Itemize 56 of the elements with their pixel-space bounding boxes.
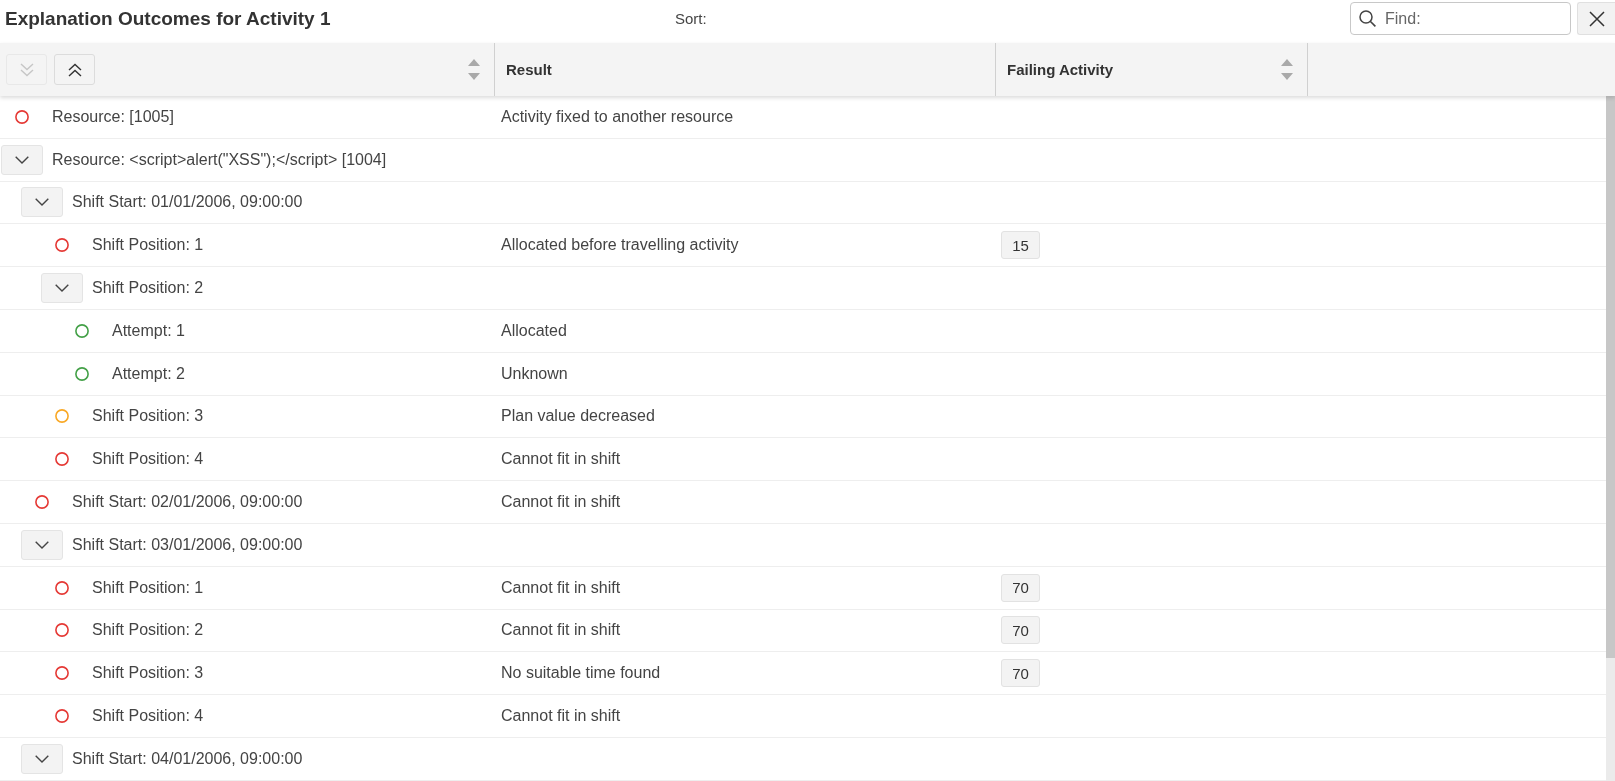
scrollbar[interactable] [1606, 96, 1615, 781]
result-text: Cannot fit in shift [501, 450, 621, 468]
close-button[interactable] [1577, 2, 1615, 35]
tree-node-label: Shift Position: 1 [92, 578, 204, 597]
tree-node-label: Attempt: 2 [112, 364, 185, 383]
chevron-down-icon [15, 155, 29, 164]
result-text: Cannot fit in shift [501, 621, 621, 639]
tree-toggle-button[interactable] [21, 187, 63, 218]
dialog-title: Explanation Outcomes for Activity 1 [4, 7, 332, 30]
tree-node-label: Shift Position: 3 [92, 664, 204, 683]
close-icon [1588, 10, 1605, 27]
sort-label: Sort: [675, 10, 707, 27]
chevron-down-icon [35, 198, 49, 207]
result-text: Cannot fit in shift [501, 578, 621, 596]
result-text: Allocated [501, 321, 567, 339]
tree-node-label: Resource: <script>alert("XSS");</script> [1004] [52, 150, 387, 169]
tree-node-label: Shift Start: 01/01/2006, 09:00:00 [72, 193, 303, 212]
result-text: Unknown [501, 364, 568, 382]
tree-node-label: Attempt: 1 [112, 321, 185, 340]
tree-node-label: Shift Start: 03/01/2006, 09:00:00 [72, 535, 303, 554]
failing-activity-button[interactable]: 70 [1001, 573, 1040, 602]
tree-toggle-button[interactable] [21, 529, 63, 560]
double-chevron-up-icon [67, 62, 82, 77]
tree-node-label: Shift Position: 4 [92, 450, 204, 469]
tree-node-label: Shift Position: 2 [92, 621, 204, 640]
tree-node-label: Shift Position: 3 [92, 407, 204, 426]
tree-node-label: Shift Start: 02/01/2006, 09:00:00 [72, 493, 303, 512]
tree-node-label: Shift Position: 4 [92, 707, 204, 726]
sort-icon[interactable] [468, 59, 480, 80]
column-header[interactable]: Failing Activity [1007, 61, 1114, 78]
result-text: Allocated before travelling activity [501, 236, 739, 254]
tree-toggle-button[interactable] [21, 743, 63, 774]
search-icon [1359, 10, 1376, 27]
find-field[interactable]: Find: [1350, 2, 1571, 35]
tree-toggle-button[interactable] [41, 273, 83, 304]
scrollbar-thumb[interactable] [1606, 96, 1615, 658]
chevron-down-icon [35, 754, 49, 763]
tree-node-label: Shift Start: 04/01/2006, 09:00:00 [72, 749, 303, 768]
result-text: No suitable time found [501, 664, 661, 682]
failing-activity-button[interactable]: 70 [1001, 616, 1040, 645]
collapse-all-button[interactable] [54, 54, 95, 85]
column-header[interactable]: Result [506, 61, 552, 78]
double-chevron-down-icon [19, 62, 34, 77]
result-text: Cannot fit in shift [501, 707, 621, 725]
result-text: Activity fixed to another resource [501, 107, 734, 125]
failing-activity-button[interactable]: 15 [1001, 231, 1040, 260]
sort-icon[interactable] [1281, 59, 1293, 80]
tree-toggle-button[interactable] [1, 144, 43, 175]
tree-node-label: Shift Position: 1 [92, 236, 204, 255]
result-text: Plan value decreased [501, 407, 655, 425]
failing-activity-button[interactable]: 70 [1001, 659, 1040, 688]
tree-node-label: Resource: [1005] [52, 107, 174, 126]
chevron-down-icon [35, 540, 49, 549]
result-text: Cannot fit in shift [501, 493, 621, 511]
tree-node-label: Shift Position: 2 [92, 279, 204, 298]
chevron-down-icon [55, 284, 69, 293]
